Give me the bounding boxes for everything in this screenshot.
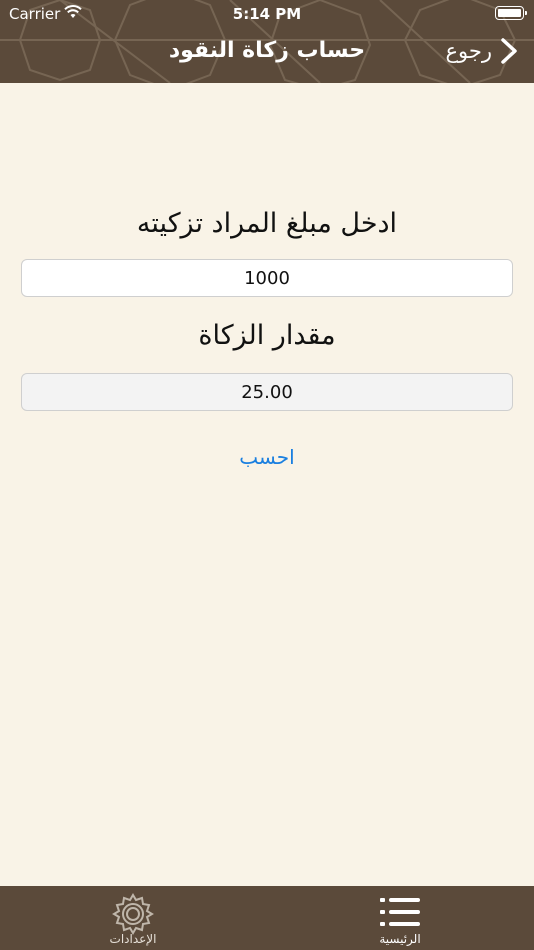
tab-bar: الإعدادات الرئيسية bbox=[0, 886, 534, 950]
back-button[interactable]: رجوع bbox=[445, 38, 520, 64]
battery-icon bbox=[495, 6, 527, 20]
tab-home[interactable]: الرئيسية bbox=[325, 886, 475, 950]
zakat-result-field: 25.00 bbox=[21, 373, 513, 411]
back-label: رجوع bbox=[445, 39, 492, 63]
navigation-bar: Carrier 5:14 PM حساب زكاة النقود رجوع bbox=[0, 0, 534, 83]
gear-icon bbox=[112, 893, 154, 935]
amount-label: ادخل مبلغ المراد تزكيته bbox=[136, 208, 398, 239]
calculate-button[interactable]: احسب bbox=[0, 445, 534, 469]
amount-input[interactable]: 1000 bbox=[21, 259, 513, 297]
status-time: 5:14 PM bbox=[232, 5, 302, 23]
status-bar: Carrier 5:14 PM bbox=[0, 0, 534, 28]
zakat-label: مقدار الزكاة bbox=[198, 320, 336, 351]
tab-settings-label: الإعدادات bbox=[109, 932, 157, 946]
list-icon bbox=[380, 898, 420, 926]
tab-settings[interactable]: الإعدادات bbox=[58, 886, 208, 950]
chevron-right-icon bbox=[501, 38, 517, 64]
main-content: ادخل مبلغ المراد تزكيته 1000 مقدار الزكا… bbox=[0, 83, 534, 886]
tab-home-label: الرئيسية bbox=[379, 932, 421, 946]
